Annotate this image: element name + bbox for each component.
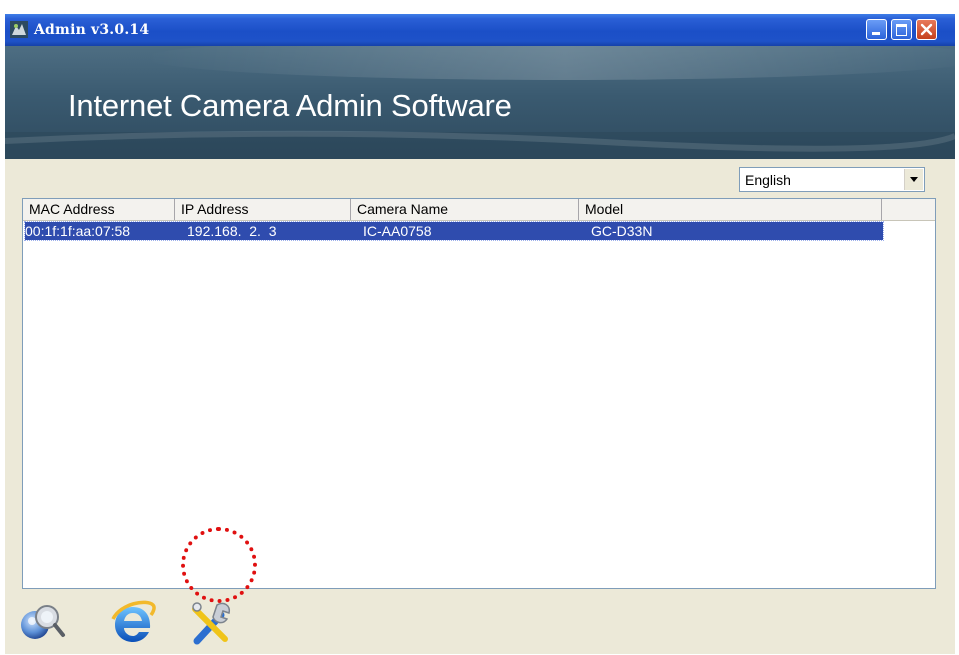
close-icon (920, 23, 933, 36)
window-title: Admin v3.0.14 (34, 22, 150, 38)
admin-window: Admin v3.0.14 Internet Camera Admin Soft… (5, 14, 955, 654)
table-row[interactable]: 00:1f:1f:aa:07:58 192.168. 2. 3 IC-AA075… (24, 221, 884, 241)
language-select[interactable]: English (739, 167, 925, 192)
banner: Internet Camera Admin Software (5, 46, 955, 159)
list-header: MAC Address IP Address Camera Name Model (23, 199, 935, 221)
maximize-button[interactable] (891, 19, 912, 40)
internet-explorer-icon[interactable] (109, 597, 157, 647)
app-icon (10, 21, 28, 38)
settings-tools-icon[interactable] (187, 597, 237, 647)
cell-model: GC-D33N (591, 223, 653, 239)
cell-ip: 192.168. 2. 3 (187, 223, 277, 239)
column-header-camera-name[interactable]: Camera Name (351, 199, 579, 220)
minimize-button[interactable] (866, 19, 887, 40)
banner-title: Internet Camera Admin Software (68, 88, 512, 123)
language-value: English (745, 172, 791, 188)
cell-mac: 00:1f:1f:aa:07:58 (25, 223, 131, 239)
column-header-ip[interactable]: IP Address (175, 199, 351, 220)
chevron-down-icon[interactable] (904, 169, 923, 190)
highlight-ring (181, 527, 257, 603)
search-camera-icon[interactable] (17, 597, 67, 647)
close-button[interactable] (916, 19, 937, 40)
cell-camera-name: IC-AA0758 (363, 223, 432, 239)
column-header-mac[interactable]: MAC Address (23, 199, 175, 220)
title-bar[interactable]: Admin v3.0.14 (5, 14, 955, 46)
camera-list[interactable]: MAC Address IP Address Camera Name Model… (22, 198, 936, 589)
column-header-filler (882, 199, 935, 220)
column-header-model[interactable]: Model (579, 199, 882, 220)
